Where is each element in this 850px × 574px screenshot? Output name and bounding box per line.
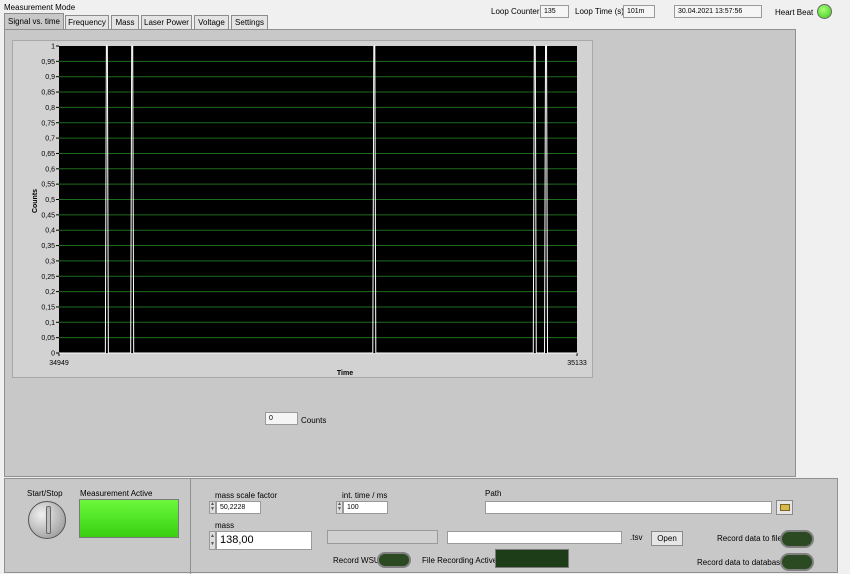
tab-settings[interactable]: Settings <box>231 15 268 30</box>
tab-mass[interactable]: Mass <box>111 15 139 30</box>
mass-scale-factor-input[interactable]: 50,2228 <box>216 501 261 514</box>
record-database-label: Record data to database <box>697 558 785 567</box>
signal-chart-frame: 0 0,05 0,1 0,15 0,2 0,25 0,3 0,35 0,4 0,45 0,5 0,55… <box>12 40 593 378</box>
y-tick-label: 0,9 <box>45 74 55 81</box>
file-recording-led <box>495 549 569 568</box>
folder-icon <box>779 504 790 511</box>
y-tick-label: 0,45 <box>41 212 55 219</box>
measurement-active-led <box>79 499 179 538</box>
loop-time-value: 101m <box>623 5 655 18</box>
filename-input[interactable] <box>447 531 622 544</box>
heartbeat-led <box>817 4 832 19</box>
int-time-input[interactable]: 100 <box>343 501 388 514</box>
record-file-label: Record data to file <box>717 534 782 543</box>
x-axis-label: Time <box>337 370 353 377</box>
mass-label: mass <box>215 521 235 530</box>
y-tick-label: 0 <box>51 351 55 358</box>
path-input[interactable] <box>485 501 772 514</box>
mass-input[interactable]: 138,00 <box>216 531 312 550</box>
y-tick-label: 0,05 <box>41 335 55 342</box>
datetime-display: 30.04.2021 13:57:56 <box>674 5 762 18</box>
path-label: Path <box>485 489 502 498</box>
y-axis-label: Counts <box>32 189 39 213</box>
y-tick-label: 0,35 <box>41 243 55 250</box>
file-recording-active-label: File Recording Active <box>422 556 498 565</box>
start-stop-knob[interactable] <box>28 501 66 539</box>
x-axis-ticks: 34949 35133 <box>49 353 587 367</box>
measurement-mode-label: Measurement Mode <box>4 3 76 12</box>
mass-spinner[interactable]: ▲ ▼ <box>209 531 216 550</box>
y-tick-label: 0,75 <box>41 120 55 127</box>
y-tick-label: 0,3 <box>45 258 55 265</box>
progress-bar <box>327 530 438 544</box>
mass-scale-factor-label: mass scale factor <box>215 491 278 500</box>
y-tick-label: 0,25 <box>41 274 55 281</box>
x-tick-label: 35133 <box>567 360 587 367</box>
y-tick-label: 0,2 <box>45 289 55 296</box>
x-tick-label: 34949 <box>49 360 69 367</box>
control-panel: Start/Stop Measurement Active mass scale… <box>4 478 838 574</box>
y-tick-label: 0,8 <box>45 105 55 112</box>
y-tick-label: 0,15 <box>41 304 55 311</box>
tab-frequency[interactable]: Frequency <box>65 15 109 30</box>
y-tick-label: 0,85 <box>41 90 55 97</box>
browse-folder-button[interactable] <box>776 500 793 515</box>
int-time-label: int. time / ms <box>342 491 388 500</box>
record-wsu-label: Record WSU <box>333 556 380 565</box>
int-time-spinner[interactable]: ▲ ▼ <box>336 501 343 514</box>
y-tick-label: 0,6 <box>45 166 55 173</box>
tab-laser-power[interactable]: Laser Power <box>141 15 192 30</box>
y-tick-label: 0,95 <box>41 59 55 66</box>
y-tick-label: 0,65 <box>41 151 55 158</box>
record-file-toggle[interactable] <box>780 530 814 548</box>
record-wsu-toggle[interactable] <box>377 552 411 568</box>
counts-indicator: 0 <box>265 412 298 425</box>
y-tick-label: 0,55 <box>41 182 55 189</box>
y-tick-label: 0,7 <box>45 136 55 143</box>
open-button[interactable]: Open <box>651 531 683 546</box>
mass-scale-factor-spinner[interactable]: ▲ ▼ <box>209 501 216 514</box>
heartbeat-label: Heart Beat <box>775 8 814 17</box>
knob-pointer <box>46 506 51 534</box>
loop-counter-label: Loop Counter <box>491 7 540 16</box>
y-tick-label: 0,5 <box>45 197 55 204</box>
counts-indicator-label: Counts <box>301 416 327 425</box>
measurement-active-label: Measurement Active <box>80 489 153 498</box>
start-stop-label: Start/Stop <box>27 489 63 498</box>
y-axis-ticks: 0 0,05 0,1 0,15 0,2 0,25 0,3 0,35 0,4 0,45 0,5 0,55… <box>41 44 59 358</box>
tsv-extension-label: .tsv <box>630 533 643 542</box>
signal-chart: 0 0,05 0,1 0,15 0,2 0,25 0,3 0,35 0,4 0,45 0,5 0,55… <box>32 44 587 378</box>
y-tick-label: 1 <box>51 44 55 51</box>
y-tick-label: 0,1 <box>45 320 55 327</box>
loop-counter-value: 135 <box>540 5 569 18</box>
panel-divider <box>190 479 191 574</box>
record-database-toggle[interactable] <box>780 553 814 571</box>
y-tick-label: 0,4 <box>45 228 55 235</box>
tab-voltage[interactable]: Voltage <box>194 15 229 30</box>
loop-time-label: Loop Time (s) <box>575 7 624 16</box>
